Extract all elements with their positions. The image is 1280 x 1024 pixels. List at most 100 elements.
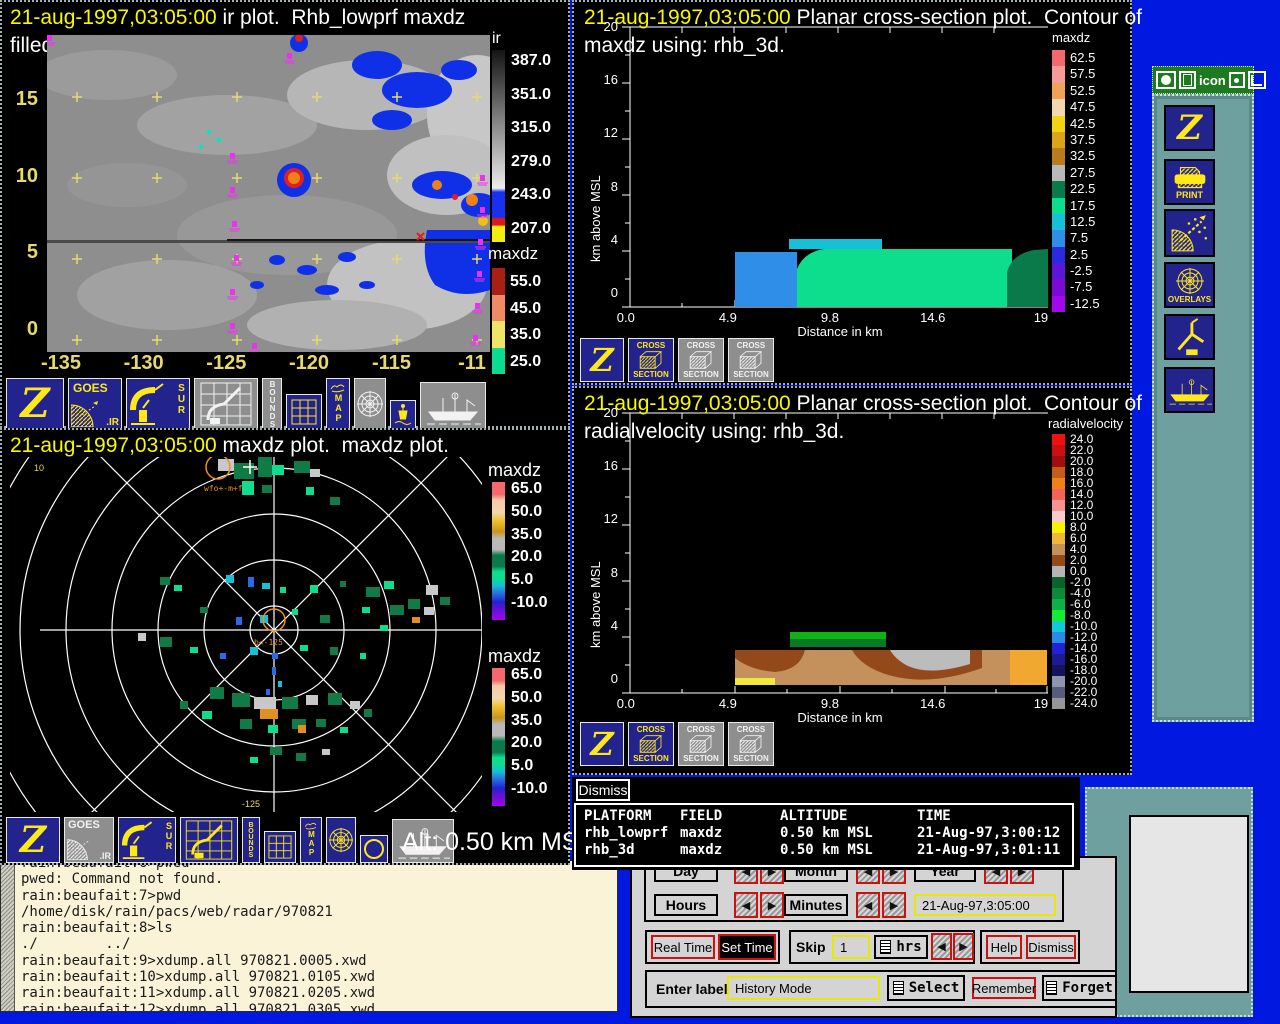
overlays-icon[interactable]: OVERLAYS	[1164, 262, 1215, 308]
goes-ir-icon[interactable]: GOES .IR	[64, 817, 114, 863]
goes-fan-glyph	[67, 839, 90, 860]
hours-button[interactable]: Hours	[654, 894, 718, 916]
grid-icon[interactable]	[264, 831, 296, 863]
grid-radar-icon[interactable]	[180, 817, 238, 863]
colorbar-title: radialvelocity	[1048, 416, 1124, 431]
cube-glyph	[689, 351, 713, 369]
label-input-field[interactable]: History Mode	[727, 976, 880, 1000]
satellite-icon[interactable]	[1164, 209, 1215, 257]
minutes-button[interactable]: Minutes	[784, 894, 848, 916]
y-axis-labels: 20 16 12 8 4 0	[603, 19, 618, 300]
zebra-logo-icon[interactable]: Z	[6, 378, 64, 430]
set-time-button[interactable]: Set Time	[718, 934, 776, 960]
help-button[interactable]: Help	[986, 935, 1022, 959]
real-time-button[interactable]: Real Time	[651, 935, 715, 959]
window-title: 21-aug-1997,03:05:00 Planar cross-sectio…	[584, 392, 1143, 415]
cube-glyph	[639, 351, 663, 369]
cross-section-icon[interactable]: CROSS SECTION	[728, 722, 774, 766]
ship-icon[interactable]	[1164, 367, 1215, 413]
platform-status-window: Dismiss PLATFORM FIELD ALTITUDE TIME rhb…	[572, 777, 1080, 870]
terminal-line: /home/disk/rain/pacs/web/radar/970821	[21, 903, 333, 920]
map-squiggle-glyph	[304, 822, 317, 830]
radar-dish-glyph	[121, 821, 153, 859]
table-row[interactable]: rhb_lowprf maxdz 0.50 km MSL 21-Aug-97,3…	[576, 825, 1072, 842]
xsection-maxdz-plot[interactable]	[622, 22, 1052, 317]
window-iconify-button[interactable]	[1228, 72, 1245, 88]
window-title: 21-aug-1997,03:05:00 maxdz plot. maxdz p…	[10, 434, 449, 457]
bounds-icon[interactable]: BOUNDS	[242, 817, 260, 863]
cube-glyph	[689, 735, 713, 753]
table-row[interactable]: rhb_3d maxdz 0.50 km MSL 21-Aug-97,3:01:…	[576, 842, 1072, 859]
dismiss-button[interactable]: Dismiss	[576, 779, 630, 801]
icon-window-titlebar[interactable]: icon	[1152, 66, 1266, 94]
window-menu-button[interactable]	[1156, 71, 1176, 89]
circle-icon[interactable]	[360, 835, 388, 863]
bounds-icon[interactable]: BOUNDS	[262, 378, 282, 430]
surveillance-radar-icon[interactable]: SUR	[118, 817, 176, 863]
desktop: 21-aug-1997,03:05:00 ir plot. Rhb_lowprf…	[0, 0, 1280, 1024]
polar-grid-icon[interactable]	[354, 378, 386, 430]
terminal-scrollbar[interactable]	[1, 861, 15, 1011]
buoy-glyph	[394, 404, 412, 425]
terminal-window[interactable]: rain:beaufait:6>pwed pwed: Command not fo…	[0, 860, 618, 1012]
skip-units-button[interactable]: hrs	[874, 935, 928, 959]
radar-dish-glyph	[130, 383, 164, 425]
x-axis-labels: 0.0 4.9 9.8 14.6 19	[616, 696, 1049, 711]
radialvelocity-contours	[735, 632, 1047, 685]
dismiss-button[interactable]: Dismiss	[1026, 935, 1076, 959]
goes-ir-icon[interactable]: GOES .IR	[68, 378, 122, 430]
minutes-back-arrow[interactable]: ◀	[856, 892, 880, 918]
remember-button[interactable]: Remember	[972, 977, 1036, 999]
time-input-field[interactable]: 21-Aug-97,3:05:00	[914, 894, 1056, 916]
map-icon[interactable]: MAP	[326, 378, 350, 430]
enter-label-label: Enter label:	[656, 981, 733, 997]
hours-forward-arrow[interactable]: ▶	[760, 892, 784, 918]
cross-section-icon[interactable]: CROSS SECTION	[728, 338, 774, 382]
skip-forward-arrow[interactable]: ▶	[953, 933, 974, 960]
cross-section-icon-active[interactable]: CROSS SECTION	[628, 338, 674, 382]
icon-window-title: icon	[1199, 72, 1226, 88]
polar-grid-icon[interactable]	[326, 817, 356, 863]
buoy-icon[interactable]	[390, 400, 416, 430]
ship-icon[interactable]	[420, 382, 486, 430]
x-axis-labels: 0.0 4.9 9.8 14.6 19	[616, 310, 1049, 325]
icon-toolbox-panel: Z PRINT OVERLAYS	[1152, 94, 1254, 722]
ship-glyph	[1169, 379, 1212, 405]
table-body: rhb_lowprf maxdz 0.50 km MSL 21-Aug-97,3…	[576, 825, 1072, 859]
zebra-logo-icon[interactable]: Z	[1164, 105, 1215, 151]
ppi-colorbar-labels-2: 65.0 50.0 35.0 20.0 5.0 -10.0	[511, 666, 548, 797]
hours-back-arrow[interactable]: ◀	[734, 892, 758, 918]
terminal-line: ./ ../	[21, 936, 131, 953]
map-icon[interactable]: MAP	[300, 817, 322, 863]
window-doc-button[interactable]	[1179, 71, 1196, 89]
terminal-line: rain:beaufait:12>xdump.all 970821.0305.x…	[21, 1001, 376, 1012]
time-control-panel: Day ◀ ▶ Month ◀ ▶ Year ◀ ▶ Hours ◀ ▶ Min…	[630, 852, 1117, 1018]
cross-section-icon[interactable]: CROSS SECTION	[678, 722, 724, 766]
antenna-icon[interactable]	[1164, 314, 1215, 360]
skip-input-field[interactable]: 1	[832, 935, 870, 959]
grid-icon[interactable]	[286, 394, 322, 430]
utility-window-canvas[interactable]	[1129, 815, 1249, 993]
xsection-maxdz-window: 21-aug-1997,03:05:00 Planar cross-sectio…	[572, 0, 1142, 385]
minutes-forward-arrow[interactable]: ▶	[882, 892, 906, 918]
ir-satellite-image[interactable]	[47, 35, 490, 352]
zebra-logo-icon[interactable]: Z	[580, 338, 624, 382]
xsection-toolbar: Z CROSS SECTION CROSS SECTION CROSS SECT…	[580, 722, 774, 766]
grid-radar-icon[interactable]	[194, 378, 258, 430]
select-button[interactable]: Select	[887, 975, 965, 1001]
ppi-radar-plot[interactable]: wfo+-m+f b<-125 10 -125	[10, 457, 482, 812]
surveillance-radar-icon[interactable]: SUR	[126, 378, 190, 430]
window-zoom-button[interactable]	[1247, 71, 1266, 89]
printer-glyph	[1174, 166, 1205, 189]
ir-plot-window: 21-aug-1997,03:05:00 ir plot. Rhb_lowprf…	[0, 0, 570, 430]
print-icon[interactable]: PRINT	[1164, 159, 1215, 205]
skip-back-arrow[interactable]: ◀	[931, 933, 952, 960]
zebra-logo-icon[interactable]: Z	[6, 817, 60, 863]
forget-button[interactable]: Forget	[1042, 975, 1117, 1001]
cross-section-icon[interactable]: CROSS SECTION	[678, 338, 724, 382]
xsection-radialvelocity-plot[interactable]	[622, 408, 1052, 703]
cross-section-icon-active[interactable]: CROSS SECTION	[628, 722, 674, 766]
cube-glyph	[639, 735, 663, 753]
zebra-logo-icon[interactable]: Z	[580, 722, 624, 766]
grid-glyph	[291, 399, 317, 425]
